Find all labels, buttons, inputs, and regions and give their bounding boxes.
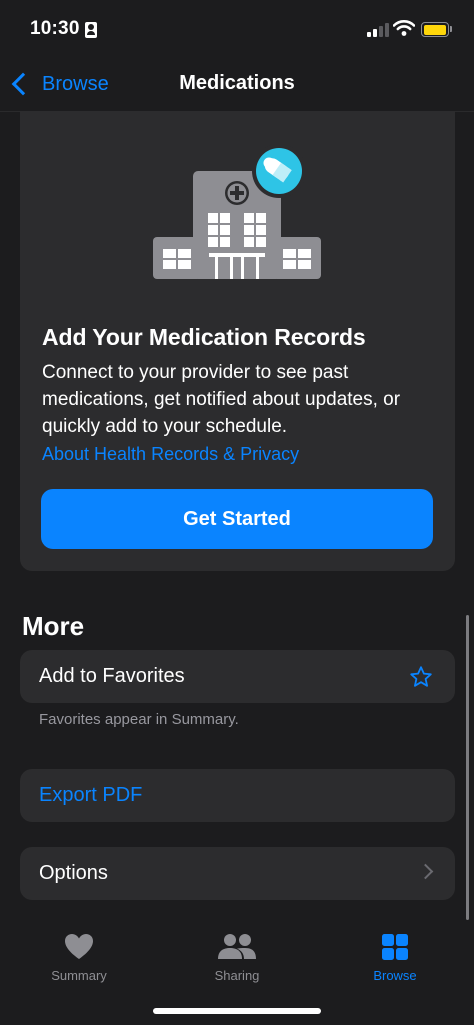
tab-label: Sharing bbox=[214, 968, 260, 983]
get-started-button[interactable]: Get Started bbox=[41, 489, 433, 549]
section-header-more: More bbox=[22, 611, 85, 641]
options-label: Options bbox=[39, 862, 108, 884]
favorites-footnote: Favorites appear in Summary. bbox=[39, 711, 239, 728]
people-icon bbox=[218, 934, 256, 959]
status-time: 10:30 bbox=[30, 18, 80, 39]
page-title: Medications bbox=[179, 72, 295, 94]
options-row[interactable]: Options bbox=[20, 847, 455, 900]
tab-label: Summary bbox=[51, 968, 107, 983]
export-pdf-label: Export PDF bbox=[39, 784, 143, 806]
star-icon[interactable] bbox=[409, 665, 433, 689]
wifi-icon bbox=[393, 20, 415, 36]
tab-label: Browse bbox=[373, 968, 417, 983]
heart-icon bbox=[65, 934, 93, 959]
tab-summary[interactable]: Summary bbox=[19, 932, 139, 992]
navigation-bar: Browse Medications bbox=[0, 58, 474, 112]
add-to-favorites-row[interactable]: Add to Favorites bbox=[20, 650, 455, 703]
scrollbar[interactable] bbox=[466, 615, 469, 920]
health-records-card: Add Your Medication Records Connect to y… bbox=[20, 111, 455, 571]
chevron-right-icon bbox=[417, 863, 434, 880]
battery-icon bbox=[421, 22, 449, 37]
person-badge-icon bbox=[85, 22, 97, 38]
home-indicator[interactable] bbox=[153, 1008, 321, 1014]
battery-cap bbox=[450, 26, 452, 32]
cellular-signal-icon bbox=[367, 22, 389, 37]
card-title: Add Your Medication Records bbox=[42, 324, 366, 350]
grid-icon bbox=[382, 934, 408, 960]
tab-browse[interactable]: Browse bbox=[335, 932, 455, 992]
status-bar: 10:30 bbox=[0, 0, 474, 58]
hospital-icon bbox=[153, 144, 321, 279]
export-pdf-row[interactable]: Export PDF bbox=[20, 769, 455, 822]
tab-sharing[interactable]: Sharing bbox=[177, 932, 297, 992]
card-description: Connect to your provider to see past med… bbox=[42, 362, 401, 437]
health-records-privacy-link[interactable]: About Health Records & Privacy bbox=[42, 444, 299, 465]
add-to-favorites-label: Add to Favorites bbox=[39, 665, 185, 687]
